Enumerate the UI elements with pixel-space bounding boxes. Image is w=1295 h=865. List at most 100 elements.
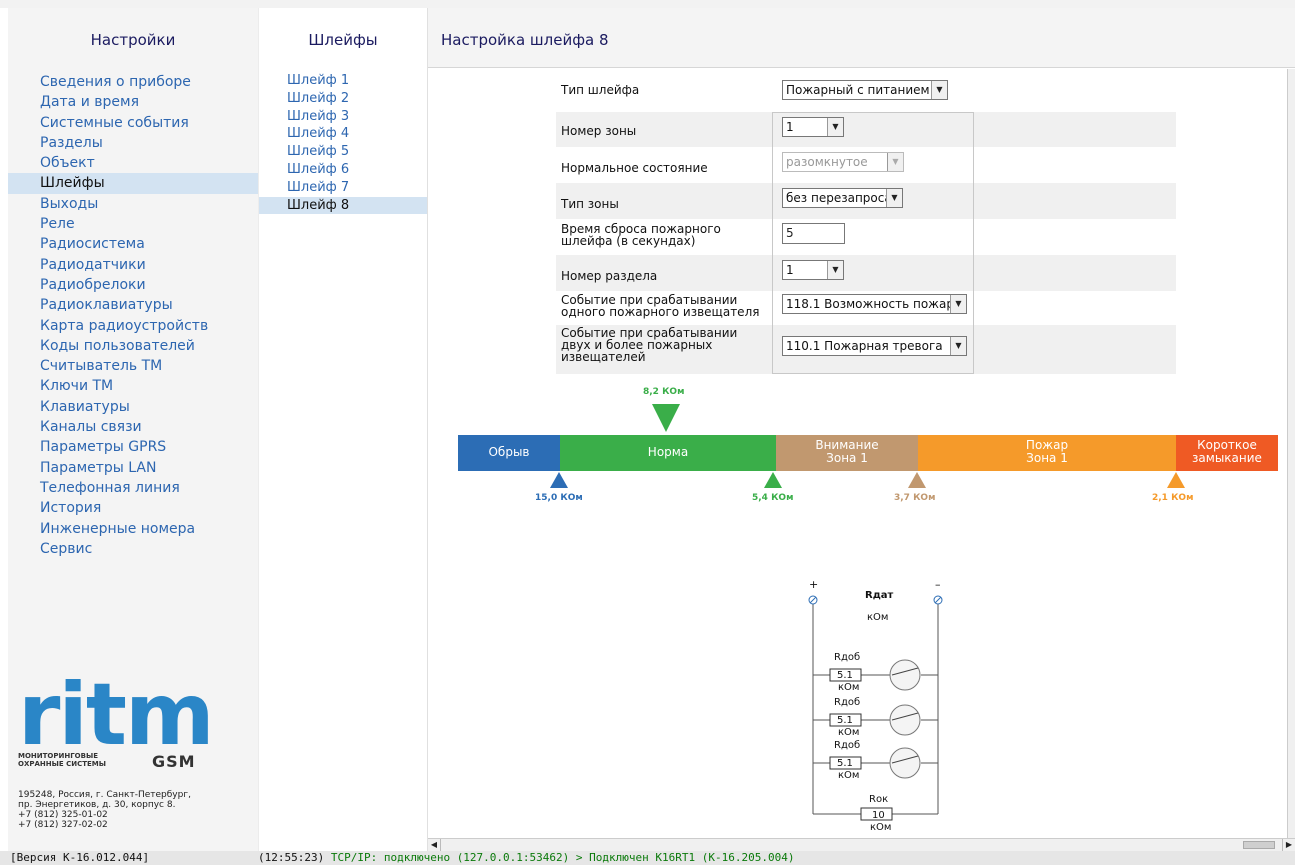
settings-item[interactable]: Сведения о приборе (8, 72, 258, 92)
rdob-unit-1: кОм (838, 682, 860, 693)
one-detector-label: Событие при срабатывании одного пожарног… (561, 294, 759, 318)
rdob-value-1: 5.1 (837, 670, 853, 681)
logo-subtitle-line1: МОНИТОРИНГОВЫЕ (18, 752, 98, 760)
marker-label-3: 3,7 КОм (894, 493, 936, 503)
scale-short-circuit: Короткое замыкание (1176, 435, 1278, 471)
scale-fire: Пожар Зона 1 (918, 435, 1176, 471)
loop-type-value: Пожарный с питанием (786, 83, 930, 97)
logo-subtitle: МОНИТОРИНГОВЫЕ ОХРАННЫЕ СИСТЕМЫ (18, 752, 106, 768)
settings-item[interactable]: Объект (8, 153, 258, 173)
loop-item[interactable]: Шлейф 1 (259, 72, 427, 90)
scale-break: Обрыв (458, 435, 560, 471)
rdob-unit-3: кОм (838, 770, 860, 781)
loop-item[interactable]: Шлейф 3 (259, 108, 427, 126)
terminal-minus (933, 595, 943, 605)
version-text: [Версия К-16.012.044] (10, 851, 150, 864)
vertical-scrollbar[interactable] (1287, 69, 1295, 838)
scale-break-label: Обрыв (488, 445, 530, 459)
loops-title: Шлейфы (308, 31, 378, 49)
settings-item[interactable]: Шлейфы (8, 173, 258, 194)
settings-item[interactable]: Карта радиоустройств (8, 316, 258, 336)
settings-item[interactable]: Радиосистема (8, 234, 258, 254)
settings-item[interactable]: Ключи ТМ (8, 376, 258, 396)
settings-item[interactable]: Системные события (8, 113, 258, 133)
settings-item[interactable]: Каналы связи (8, 417, 258, 437)
scroll-right-icon[interactable]: ▶ (1282, 839, 1295, 851)
settings-item[interactable]: История (8, 498, 258, 518)
normal-state-label: Нормальное состояние (561, 161, 708, 175)
scale-attention-label1: Внимание (815, 438, 879, 452)
rok-label: Rок (869, 794, 889, 805)
top-marker-label: 8,2 КОм (643, 387, 685, 397)
rdob-label-1: Rдоб (834, 652, 861, 663)
marker-label-1: 15,0 КОм (535, 493, 583, 503)
rdob-value-2: 5.1 (837, 715, 853, 726)
minus-sign: – (935, 578, 941, 591)
loop-type-select[interactable]: Пожарный с питанием ▼ (782, 80, 948, 100)
settings-item[interactable]: Телефонная линия (8, 478, 258, 498)
settings-item[interactable]: Клавиатуры (8, 397, 258, 417)
reset-time-label: Время сброса пожарного шлейфа (в секунда… (561, 223, 721, 247)
scale-norm-label: Норма (647, 445, 689, 459)
loop-item[interactable]: Шлейф 6 (259, 161, 427, 179)
scale-norm: Норма (560, 435, 776, 471)
log-time: (12:55:23) (258, 851, 325, 864)
address-line: пр. Энергетиков, д. 30, корпус 8. (18, 800, 176, 810)
zone-type-label: Тип зоны (561, 197, 619, 211)
scale-attention-label2: Зона 1 (826, 451, 868, 465)
rdat-unit: кОм (867, 612, 889, 623)
two-detectors-label: Событие при срабатывании двух и более по… (561, 327, 737, 363)
ritm-logo: ritm (18, 665, 215, 765)
loops-nav: Шлейф 1 Шлейф 2 Шлейф 3 Шлейф 4 Шлейф 5 Шлейф… (259, 72, 427, 215)
loop-item[interactable]: Шлейф 2 (259, 90, 427, 108)
settings-item[interactable]: Радиоклавиатуры (8, 295, 258, 315)
one-detector-label-line2: одного пожарного извещателя (561, 305, 760, 319)
horizontal-scrollbar[interactable]: ◀ ▶ (428, 838, 1295, 851)
loop-item[interactable]: Шлейф 8 (259, 196, 427, 215)
scale-fire-label1: Пожар (1025, 438, 1069, 452)
marker-triangle-1 (550, 472, 568, 488)
rdob-unit-2: кОм (838, 727, 860, 738)
settings-item[interactable]: Реле (8, 214, 258, 234)
scale-short-label1: Короткое (1197, 438, 1257, 452)
zone-number-label: Номер зоны (561, 124, 637, 138)
phone-line: +7 (812) 327-02-02 (18, 820, 108, 830)
loops-sidebar: Шлейфы Шлейф 1 Шлейф 2 Шлейф 3 Шлейф 4 Шлейф… (258, 8, 428, 851)
rdob-label-2: Rдоб (834, 697, 861, 708)
scroll-thumb[interactable] (1243, 841, 1275, 849)
settings-item[interactable]: Радиобрелоки (8, 275, 258, 295)
gsm-logo: GSM (152, 752, 196, 771)
settings-item[interactable]: Параметры LAN (8, 458, 258, 478)
settings-item[interactable]: Коды пользователей (8, 336, 258, 356)
loop-item[interactable]: Шлейф 4 (259, 125, 427, 143)
settings-item[interactable]: Параметры GPRS (8, 437, 258, 457)
rok-value: 10 (872, 810, 885, 821)
loop-item[interactable]: Шлейф 7 (259, 179, 427, 197)
rdat-label: Rдат (865, 590, 894, 601)
logo-subtitle-line2: ОХРАННЫЕ СИСТЕМЫ (18, 760, 106, 768)
settings-item[interactable]: Разделы (8, 133, 258, 153)
status-bar: [Версия К-16.012.044] (12:55:23) TCP/IP:… (0, 851, 1295, 865)
settings-item[interactable]: Выходы (8, 194, 258, 214)
settings-item[interactable]: Радиодатчики (8, 255, 258, 275)
rdob-value-3: 5.1 (837, 758, 853, 769)
plus-sign: + (809, 578, 819, 591)
top-strip (0, 0, 1295, 8)
terminal-plus (808, 595, 818, 605)
settings-item[interactable]: Считыватель ТМ (8, 356, 258, 376)
address-line: 195248, Россия, г. Санкт-Петербург, (18, 790, 191, 800)
marker-label-2: 5,4 КОм (752, 493, 794, 503)
settings-item[interactable]: Инженерные номера (8, 519, 258, 539)
loop-item[interactable]: Шлейф 5 (259, 143, 427, 161)
settings-item[interactable]: Сервис (8, 539, 258, 559)
section-number-label: Номер раздела (561, 269, 658, 283)
loop-type-label: Тип шлейфа (561, 83, 640, 97)
chevron-down-icon: ▼ (931, 81, 947, 99)
settings-item[interactable]: Дата и время (8, 92, 258, 112)
loop-settings-panel: Настройка шлейфа 8 Тип шлейфа Пожарный с… (428, 8, 1295, 851)
company-address: 195248, Россия, г. Санкт-Петербург, пр. … (18, 790, 191, 830)
marker-label-4: 2,1 КОм (1152, 493, 1194, 503)
dropdown-shadow-frame (772, 112, 974, 374)
panel-title: Настройка шлейфа 8 (441, 31, 609, 49)
scroll-left-icon[interactable]: ◀ (428, 839, 441, 851)
